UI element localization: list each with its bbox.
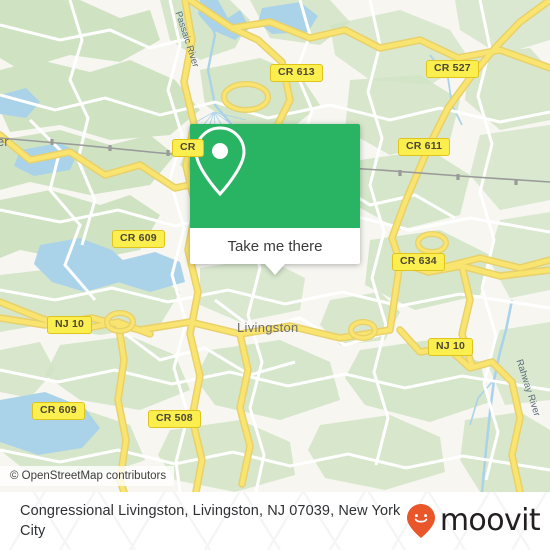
moovit-wordmark: moovit: [439, 503, 541, 538]
map-pin-icon: [194, 126, 246, 197]
road-shield-partial-occluded[interactable]: CR: [172, 139, 204, 157]
road-shield-nj-10-left[interactable]: NJ 10: [47, 316, 93, 334]
location-address: Congressional Livingston, Livingston, NJ…: [20, 503, 401, 539]
osm-attribution[interactable]: © OpenStreetMap contributors: [0, 466, 175, 486]
popup-header: [190, 124, 360, 228]
road-shield-cr-613[interactable]: CR 613: [270, 64, 323, 82]
moovit-smiley-pin-icon: [406, 504, 435, 538]
popup-footer[interactable]: Take me there: [190, 228, 360, 275]
road-shield-cr-611[interactable]: CR 611: [398, 138, 451, 156]
edge-label-cropped: er: [0, 134, 9, 149]
place-label-livingston: Livingston: [237, 320, 299, 335]
road-shield-cr-609-lower[interactable]: CR 609: [32, 402, 85, 420]
take-me-there-label: Take me there: [227, 237, 323, 255]
map-canvas[interactable]: CR 613 CR 527 CR 611 CR 634 CR 609 NJ 10…: [0, 0, 550, 492]
road-shield-cr-508[interactable]: CR 508: [148, 410, 201, 428]
moovit-location-card: CR 613 CR 527 CR 611 CR 634 CR 609 NJ 10…: [0, 0, 550, 550]
popup-tail: [265, 264, 285, 275]
moovit-logo[interactable]: moovit: [406, 503, 541, 539]
location-popup[interactable]: Take me there: [190, 124, 360, 275]
road-shield-cr-609-upper[interactable]: CR 609: [112, 230, 165, 248]
road-shield-cr-634[interactable]: CR 634: [392, 253, 445, 271]
footer-bar: Congressional Livingston, Livingston, NJ…: [0, 492, 550, 550]
road-shield-nj-10-right[interactable]: NJ 10: [428, 338, 474, 356]
road-shield-cr-527[interactable]: CR 527: [426, 60, 479, 78]
